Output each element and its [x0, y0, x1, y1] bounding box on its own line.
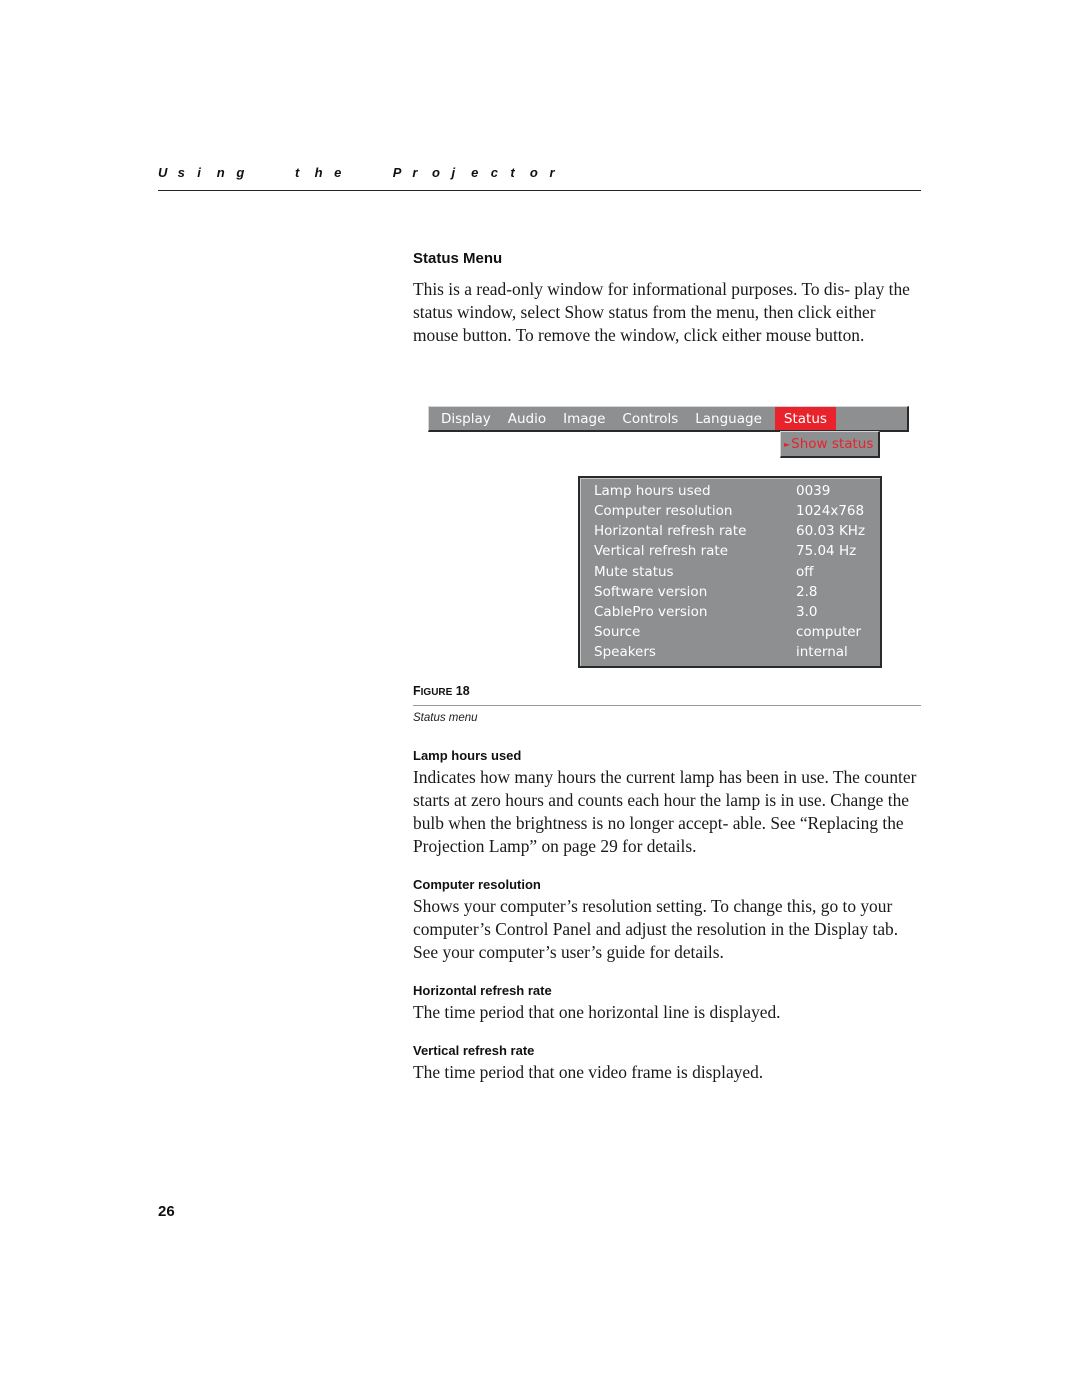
status-value: off	[796, 564, 814, 580]
status-label: Lamp hours used	[594, 483, 711, 499]
running-head-char: t	[510, 165, 515, 180]
status-row: Horizontal refresh rate 60.03 KHz	[594, 521, 874, 541]
description-text-vertical-refresh: The time period that one video frame is …	[413, 1062, 764, 1082]
figure-label-prefix: F	[413, 684, 421, 698]
figure-label-smallcaps: IGURE	[420, 687, 453, 698]
status-value: 60.03 KHz	[796, 523, 866, 539]
projector-menu-bar: Display Audio Image Controls Language St…	[428, 406, 909, 432]
running-head-char: P	[392, 165, 402, 180]
description-text-lamp-hours: Indicates how many hours the current lam…	[413, 767, 917, 856]
status-value: 75.04 Hz	[796, 543, 857, 559]
status-label: Mute status	[594, 564, 674, 580]
intro-paragraph: This is a read-only window for informati…	[413, 279, 910, 345]
header-rule	[158, 190, 921, 191]
status-row: Lamp hours used 0039	[594, 481, 874, 501]
show-status-menu-item[interactable]: ► Show status	[780, 431, 880, 458]
figure-caption: Status menu	[413, 712, 478, 724]
page-number: 26	[158, 1203, 175, 1220]
status-label: Computer resolution	[594, 503, 733, 519]
menu-tab-image[interactable]: Image	[557, 407, 611, 430]
description-text-computer-resolution: Shows your computer’s resolution setting…	[413, 896, 899, 962]
status-label: Vertical refresh rate	[594, 543, 728, 559]
status-label: Horizontal refresh rate	[594, 523, 747, 539]
running-head-char: n	[216, 165, 225, 180]
running-head-char: h	[314, 165, 323, 180]
menu-tab-status[interactable]: Status	[774, 407, 836, 430]
running-head-char: U	[158, 165, 168, 180]
running-head-char: c	[490, 165, 498, 180]
menu-tab-audio[interactable]: Audio	[502, 407, 552, 430]
running-head-char: s	[177, 165, 185, 180]
running-head: Using the Projector	[158, 165, 920, 180]
figure-label: FIGURE 18	[413, 684, 470, 698]
running-head-char: r	[549, 165, 555, 180]
status-value: 2.8	[796, 584, 818, 600]
arrow-right-icon: ►	[784, 439, 791, 449]
menu-tab-language[interactable]: Language	[689, 407, 768, 430]
status-label: CablePro version	[594, 604, 708, 620]
status-label: Speakers	[594, 644, 656, 660]
description-title-lamp-hours: Lamp hours used	[413, 748, 522, 763]
running-head-char	[256, 165, 295, 180]
status-row: Speakers internal	[594, 642, 874, 662]
status-value: 1024x768	[796, 503, 865, 519]
show-status-label: Show status	[791, 436, 874, 452]
status-row: Vertical refresh rate 75.04 Hz	[594, 541, 874, 561]
running-head-char: o	[431, 165, 440, 180]
status-value: computer	[796, 624, 862, 640]
running-head-char: o	[529, 165, 538, 180]
running-head-char: e	[471, 165, 479, 180]
status-row: CablePro version 3.0	[594, 602, 874, 622]
menu-tab-display[interactable]: Display	[429, 407, 497, 430]
description-title-horizontal-refresh: Horizontal refresh rate	[413, 983, 552, 998]
status-value: internal	[796, 644, 848, 660]
status-window: Lamp hours used 0039 Computer resolution…	[578, 476, 882, 668]
status-row: Mute status off	[594, 562, 874, 582]
description-title-computer-resolution: Computer resolution	[413, 877, 541, 892]
status-value: 0039	[796, 483, 831, 499]
running-head-char: e	[334, 165, 342, 180]
description-title-vertical-refresh: Vertical refresh rate	[413, 1043, 535, 1058]
description-text-horizontal-refresh: The time period that one horizontal line…	[413, 1002, 781, 1022]
section-title: Status Menu	[413, 250, 503, 267]
figure-rule	[413, 705, 921, 706]
figure-number: 18	[455, 684, 470, 698]
running-head-char: r	[412, 165, 418, 180]
running-head-char: g	[236, 165, 245, 180]
running-head-char: i	[197, 165, 201, 180]
status-label: Source	[594, 624, 641, 640]
running-head-char	[354, 165, 393, 180]
running-head-char: j	[451, 165, 456, 180]
status-value: 3.0	[796, 604, 818, 620]
status-row: Source computer	[594, 622, 874, 642]
status-label: Software version	[594, 584, 708, 600]
status-row: Computer resolution 1024x768	[594, 501, 874, 521]
status-row: Software version 2.8	[594, 582, 874, 602]
running-head-char: t	[294, 165, 300, 180]
menu-tab-controls[interactable]: Controls	[616, 407, 684, 430]
